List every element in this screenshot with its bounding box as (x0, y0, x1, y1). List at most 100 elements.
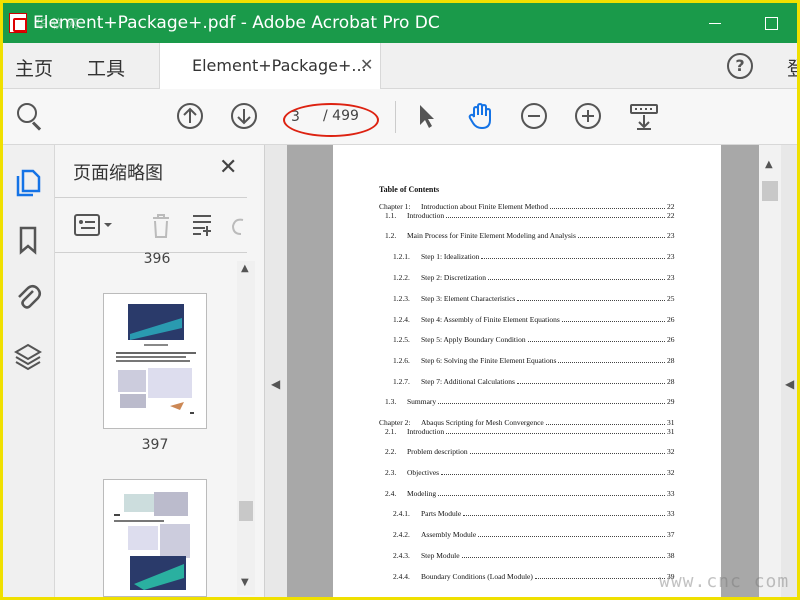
toc-entry[interactable]: Chapter 2: Abaqus Scripting for Mesh Conv… (379, 418, 544, 427)
rotate-icon[interactable] (227, 212, 247, 238)
toc-entry-number: 2.2. (385, 447, 397, 456)
thumbnail-panel: 页面缩略图 ✕ 396 397 ▲ ▼ (55, 145, 265, 597)
toc-entry[interactable]: 2.4.1. Parts Module (393, 509, 461, 518)
app-window: Element+Package+.pdf - Adobe Acrobat Pro… (0, 0, 800, 600)
page-thumbnails-icon[interactable] (13, 167, 43, 197)
toc-entry-text: Step 6: Solving the Finite Element Equat… (421, 356, 557, 365)
toc-entry-number: 2.4.4. (393, 572, 410, 581)
toc-entry-page: 38 (667, 551, 675, 560)
toc-leader-dots (558, 357, 665, 363)
tab-home[interactable]: 主页 (15, 54, 53, 81)
bookmark-icon[interactable] (13, 225, 43, 255)
zoom-out-button[interactable] (519, 101, 549, 131)
minimize-button[interactable] (703, 11, 727, 35)
toc-entry-page: 32 (667, 468, 675, 477)
options-menu-icon[interactable] (73, 212, 113, 238)
toc-entry[interactable]: 2.2. Problem description (385, 447, 468, 456)
toc-entry-text: Introduction (407, 211, 445, 220)
toc-entry[interactable]: 1.2.1. Step 1: Idealization (393, 252, 479, 261)
toc-entry[interactable]: 1.2.3. Step 3: Element Characteristics (393, 294, 515, 303)
toc-leader-dots (438, 398, 665, 404)
toc-entry[interactable]: 1.2.2. Step 2: Discretization (393, 273, 486, 282)
tab-document[interactable]: Element+Package+... ✕ (159, 43, 381, 89)
tab-tools[interactable]: 工具 (87, 54, 125, 81)
toc-entry-page: 28 (667, 356, 675, 365)
toc-leader-dots (517, 295, 665, 301)
login-button[interactable]: 登 (787, 54, 797, 81)
toc-entry-page: 23 (667, 252, 675, 261)
toc-entry[interactable]: 1.2.4. Step 4: Assembly of Finite Element… (393, 315, 560, 324)
scrollbar-thumb[interactable] (239, 501, 253, 521)
thumbnail-page-398[interactable] (103, 479, 207, 597)
toc-entry-number: 1.2. (385, 231, 397, 240)
attachment-icon[interactable] (13, 281, 43, 311)
thumbnail-page-397[interactable] (103, 293, 207, 429)
scrollbar-thumb[interactable] (762, 181, 778, 201)
scroll-up-icon[interactable]: ▲ (241, 263, 249, 274)
toc-leader-dots (446, 428, 665, 434)
select-tool-button[interactable] (411, 101, 441, 131)
toc-entry[interactable]: 2.1. Introduction (385, 427, 444, 436)
toc-entry[interactable]: 2.4. Modeling (385, 489, 436, 498)
delete-icon[interactable] (147, 212, 175, 238)
toc-entry-number: 2.4. (385, 489, 397, 498)
next-page-button[interactable] (229, 101, 259, 131)
toc-entry[interactable]: 1.2.5. Step 5: Apply Boundary Condition (393, 335, 526, 344)
toc-entry-page: 25 (667, 294, 675, 303)
help-button[interactable]: ? (727, 53, 753, 79)
toc-leader-dots (481, 253, 665, 259)
keyboard-down-icon (630, 104, 658, 130)
toc-entry[interactable]: 1.3. Summary (385, 397, 436, 406)
toc-entry-number: 2.4.3. (393, 551, 410, 560)
toc-entry-number: Chapter 1: (379, 202, 411, 211)
toc-entry-text: Step 5: Apply Boundary Condition (421, 335, 526, 344)
window-title: Element+Package+.pdf - Adobe Acrobat Pro… (33, 13, 440, 33)
toc-entry[interactable]: 1.1. Introduction (385, 211, 444, 220)
toc-entry-text: Introduction (407, 427, 445, 436)
close-panel-icon[interactable]: ✕ (219, 155, 237, 180)
toc-leader-dots (550, 203, 665, 209)
layers-icon[interactable] (13, 341, 43, 371)
toolbar-divider (395, 101, 396, 133)
toc-entry-page: 33 (667, 489, 675, 498)
zoom-search-button[interactable] (15, 101, 45, 131)
toc-entry-page: 29 (667, 397, 675, 406)
toc-entry[interactable]: 2.4.2. Assembly Module (393, 530, 476, 539)
hand-tool-button[interactable] (465, 101, 495, 131)
title-bar: Element+Package+.pdf - Adobe Acrobat Pro… (3, 3, 797, 43)
toc-entry[interactable]: 2.3. Objectives (385, 468, 439, 477)
toc-entry-page: 37 (667, 530, 675, 539)
toc-entry-text: Problem description (407, 447, 468, 456)
toc-entry[interactable]: 2.4.3. Step Module (393, 551, 460, 560)
toc-entry[interactable]: 1.2.7. Step 7: Additional Calculations (393, 377, 515, 386)
previous-page-button[interactable] (175, 101, 205, 131)
collapse-right-icon[interactable]: ◀ (785, 377, 794, 391)
hand-icon (468, 102, 491, 130)
zoom-in-button[interactable] (573, 101, 603, 131)
document-scrollbar[interactable]: ▲ (759, 145, 781, 597)
insert-page-icon[interactable] (189, 212, 217, 238)
toc-entry[interactable]: 1.2. Main Process for Finite Element Mode… (385, 231, 576, 240)
toc-entry-text: Abaqus Scripting for Mesh Convergence (421, 418, 544, 427)
pdf-page: Table of Contents Chapter 1: Introduction… (333, 145, 721, 597)
toc-entry-page: 33 (667, 509, 675, 518)
toc-entry[interactable]: Chapter 1: Introduction about Finite Elem… (379, 202, 548, 211)
collapse-left-icon[interactable]: ◀ (271, 377, 280, 391)
scroll-mode-button[interactable] (629, 101, 659, 131)
scroll-up-icon[interactable]: ▲ (765, 159, 773, 170)
toc-entry-page: 22 (667, 211, 675, 220)
toc-entry-page: 26 (667, 315, 675, 324)
toc-entry[interactable]: 2.4.4. Boundary Conditions (Load Module) (393, 572, 533, 581)
scroll-down-icon[interactable]: ▼ (241, 577, 249, 588)
toc-entry-number: 2.4.2. (393, 530, 410, 539)
close-tab-icon[interactable]: ✕ (360, 55, 373, 74)
maximize-button[interactable] (759, 11, 783, 35)
toc-entry-text: Step 1: Idealization (421, 252, 480, 261)
toc-entry-text: Main Process for Finite Element Modeling… (407, 231, 576, 240)
toc-entry[interactable]: 1.2.6. Step 6: Solving the Finite Element… (393, 356, 556, 365)
thumbnail-scrollbar[interactable]: ▲ ▼ (237, 261, 255, 595)
toolbar: / 499 (3, 89, 797, 145)
toc-entry-text: Step 3: Element Characteristics (421, 294, 516, 303)
toc-entry-number: 1.2.1. (393, 252, 410, 261)
toc-entry-number: Chapter 2: (379, 418, 411, 427)
